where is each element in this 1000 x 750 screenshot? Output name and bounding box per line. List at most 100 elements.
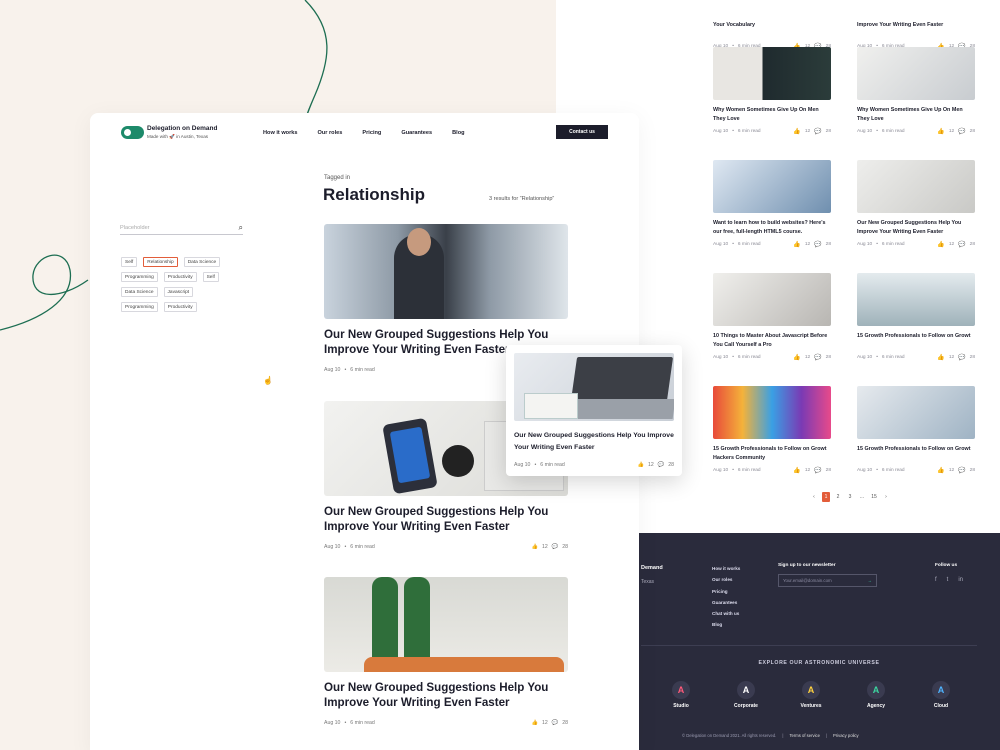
grid-post-card[interactable]: Why Women Sometimes Give Up On Men They …	[857, 47, 975, 135]
like-icon[interactable]: 👍	[937, 354, 944, 361]
twitter-icon[interactable]: t	[947, 577, 949, 583]
brand-logo[interactable]: Delegation on Demand Made with 🚀 in Aust…	[147, 125, 217, 140]
newsletter-email-input[interactable]: Your.email@domain.com →	[778, 574, 877, 587]
grid-post-card[interactable]: Why Women Sometimes Give Up On Men They …	[713, 47, 831, 135]
tag-relationship[interactable]: Relationship	[143, 257, 178, 267]
comment-icon[interactable]: 💬	[958, 241, 965, 248]
logo-toggle-icon[interactable]	[121, 126, 144, 139]
footer-link-pricing[interactable]: Pricing	[712, 586, 740, 597]
like-icon[interactable]: 👍	[532, 544, 538, 550]
post-image[interactable]	[324, 224, 568, 319]
footer-link-roles[interactable]: Our roles	[712, 574, 740, 585]
comment-icon[interactable]: 💬	[552, 544, 558, 550]
grid-post-card[interactable]: 15 Growth Professionals to Follow on Gro…	[857, 273, 975, 361]
tag-programming[interactable]: Programming	[121, 272, 158, 282]
brand-cloud[interactable]: A Cloud	[928, 681, 954, 709]
grid-post-title[interactable]: Want to learn how to build websites? Her…	[713, 219, 831, 237]
like-icon[interactable]: 👍	[937, 241, 944, 248]
footer-link-chat[interactable]: Chat with us	[712, 608, 740, 619]
menu-blog[interactable]: Blog	[452, 130, 464, 136]
grid-post-title[interactable]: 15 Growth Professionals to Follow on Gro…	[713, 445, 831, 463]
popup-image[interactable]	[514, 353, 674, 421]
page-1-button[interactable]: 1	[822, 492, 830, 502]
grid-post-card[interactable]: Our New Grouped Suggestions Help You Imp…	[857, 160, 975, 248]
comment-icon[interactable]: 💬	[552, 720, 558, 726]
tag-productivity[interactable]: Productivity	[163, 302, 197, 312]
grid-post-image[interactable]	[857, 47, 975, 100]
comment-icon[interactable]: 💬	[658, 462, 664, 468]
menu-our-roles[interactable]: Our roles	[318, 130, 343, 136]
grid-post-image[interactable]	[713, 273, 831, 326]
like-icon[interactable]: 👍	[937, 467, 944, 474]
comment-icon[interactable]: 💬	[814, 128, 821, 135]
menu-pricing[interactable]: Pricing	[362, 130, 381, 136]
post-card[interactable]: Our New Grouped Suggestions Help You Imp…	[324, 577, 568, 726]
post-title[interactable]: Our New Grouped Suggestions Help You Imp…	[324, 681, 568, 710]
brand-ventures[interactable]: A Ventures	[798, 681, 824, 709]
post-title[interactable]: Our New Grouped Suggestions Help You Imp…	[324, 505, 568, 534]
like-icon[interactable]: 👍	[793, 241, 800, 248]
comment-icon[interactable]: 💬	[814, 467, 821, 474]
footer-link-blog[interactable]: Blog	[712, 619, 740, 630]
footer-link-guarantees[interactable]: Guarantees	[712, 597, 740, 608]
like-icon[interactable]: 👍	[793, 128, 800, 135]
grid-post-card[interactable]: 10 Things to Master About Javascript Bef…	[713, 273, 831, 361]
brand-corporate[interactable]: A Corporate	[733, 681, 759, 709]
grid-post-image[interactable]	[857, 386, 975, 439]
comment-icon[interactable]: 💬	[814, 354, 821, 361]
menu-how-it-works[interactable]: How it works	[263, 130, 298, 136]
grid-post-title[interactable]: 10 Things to Master About Javascript Bef…	[713, 332, 831, 350]
grid-post-title[interactable]: Why Women Sometimes Give Up On Men They …	[713, 106, 831, 124]
tag-self[interactable]: Self	[121, 257, 138, 267]
linkedin-icon[interactable]: in	[958, 577, 963, 583]
contact-us-button[interactable]: Contact us	[556, 125, 608, 139]
page-2-button[interactable]: 2	[834, 492, 842, 502]
grid-post-card[interactable]: Want to learn how to build websites? Her…	[713, 160, 831, 248]
tag-self[interactable]: Self	[202, 272, 219, 282]
grid-post-title[interactable]: Your Vocabulary	[713, 21, 831, 39]
privacy-link[interactable]: Privacy policy	[833, 733, 859, 738]
terms-link[interactable]: Terms of service	[789, 733, 819, 738]
tag-javascript[interactable]: Javascript	[163, 287, 194, 297]
tag-data-science[interactable]: Data Science	[121, 287, 158, 297]
grid-post-card[interactable]: 15 Growth Professionals to Follow on Gro…	[857, 386, 975, 474]
grid-post-title[interactable]: 15 Growth Professionals to Follow on Gro…	[857, 332, 975, 350]
grid-post-image[interactable]	[713, 160, 831, 213]
grid-post-title[interactable]: 15 Growth Professionals to Follow on Gro…	[857, 445, 975, 463]
tag-data-science[interactable]: Data Science	[183, 257, 221, 267]
comment-icon[interactable]: 💬	[958, 354, 965, 361]
facebook-icon[interactable]: f	[935, 577, 937, 583]
grid-post-title[interactable]: Why Women Sometimes Give Up On Men They …	[857, 106, 975, 124]
arrow-right-icon[interactable]: →	[868, 578, 872, 583]
grid-post-card[interactable]: Your VocabularyAug 10•6 min read👍12💬28	[713, 0, 831, 50]
comment-icon[interactable]: 💬	[814, 241, 821, 248]
like-icon[interactable]: 👍	[638, 462, 644, 468]
grid-post-image[interactable]	[713, 386, 831, 439]
grid-post-image[interactable]	[713, 47, 831, 100]
grid-post-card[interactable]: 15 Growth Professionals to Follow on Gro…	[713, 386, 831, 474]
popup-title[interactable]: Our New Grouped Suggestions Help You Imp…	[514, 430, 674, 454]
like-icon[interactable]: 👍	[793, 467, 800, 474]
brand-agency[interactable]: A Agency	[863, 681, 889, 709]
like-icon[interactable]: 👍	[532, 720, 538, 726]
prev-page-button[interactable]: ‹	[810, 492, 818, 502]
grid-post-title[interactable]: Our New Grouped Suggestions Help You Imp…	[857, 219, 975, 237]
comment-icon[interactable]: 💬	[958, 467, 965, 474]
grid-post-image[interactable]	[857, 160, 975, 213]
hover-post-card[interactable]: Our New Grouped Suggestions Help You Imp…	[506, 345, 682, 476]
grid-post-card[interactable]: Improve Your Writing Even FasterAug 10•6…	[857, 0, 975, 50]
grid-post-title[interactable]: Improve Your Writing Even Faster	[857, 21, 975, 39]
tag-productivity[interactable]: Productivity	[163, 272, 197, 282]
like-icon[interactable]: 👍	[793, 354, 800, 361]
post-image[interactable]	[324, 577, 568, 672]
brand-studio[interactable]: A Studio	[668, 681, 694, 709]
search-icon[interactable]: ⌕	[239, 223, 243, 233]
grid-post-image[interactable]	[857, 273, 975, 326]
page-3-button[interactable]: 3	[846, 492, 854, 502]
footer-link-how[interactable]: How it works	[712, 563, 740, 574]
page-15-button[interactable]: 15	[870, 492, 878, 502]
tag-programming[interactable]: Programming	[121, 302, 158, 312]
like-icon[interactable]: 👍	[937, 128, 944, 135]
comment-icon[interactable]: 💬	[958, 128, 965, 135]
menu-guarantees[interactable]: Guarantees	[401, 130, 432, 136]
